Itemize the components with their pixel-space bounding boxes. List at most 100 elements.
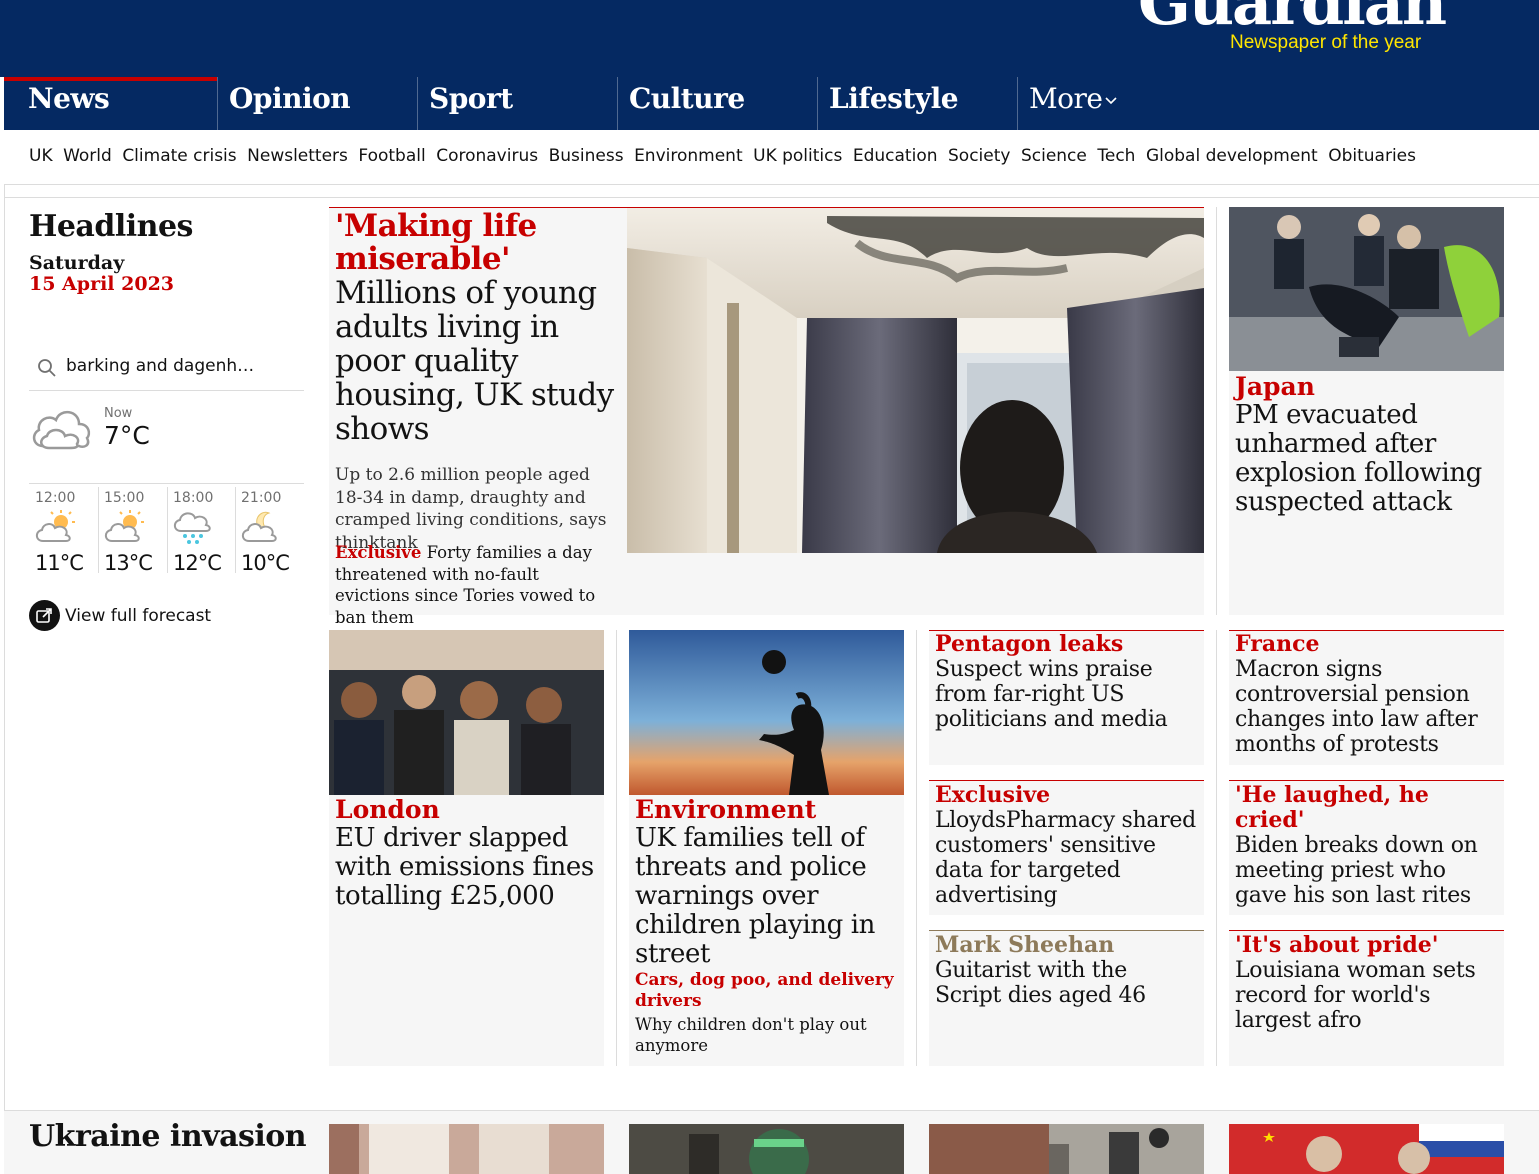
story-headline: LloydsPharmacy shared customers' sensiti… <box>935 808 1196 908</box>
sun-cloud-icon <box>102 509 148 549</box>
pillar-label: Culture <box>629 82 745 115</box>
story-headline: Macron signs controversial pension chang… <box>1235 657 1478 757</box>
story-kicker: Exclusive <box>935 782 1051 808</box>
story-kicker: 'He laughed, he cried' <box>1235 782 1429 833</box>
forecast-temp: 11°C <box>35 551 84 575</box>
story-card[interactable]: Mark Sheehan Guitarist with the Script d… <box>929 930 1204 1066</box>
subnav-item-education[interactable]: Education <box>853 146 938 166</box>
sub-nav-list: UK World Climate crisis Newsletters Football… <box>29 146 1427 166</box>
external-link-icon <box>29 600 60 631</box>
subnav-item-newsletters[interactable]: Newsletters <box>247 146 348 166</box>
story-kicker: 'It's about pride' <box>1235 932 1439 958</box>
forecast-time: 12:00 <box>35 490 76 506</box>
story-kicker: France <box>1235 631 1320 657</box>
subnav-item-global-development[interactable]: Global development <box>1146 146 1318 166</box>
story-card[interactable]: France Macron signs controversial pensio… <box>1229 630 1504 765</box>
pillar-label: Opinion <box>229 82 351 115</box>
story-image <box>329 630 604 795</box>
cloud-icon <box>29 404 93 454</box>
story-kicker: Japan <box>1235 372 1315 401</box>
story-headline: EU driver slapped with emissions fines t… <box>335 823 594 911</box>
story-image[interactable] <box>329 1124 604 1174</box>
subnav-item-science[interactable]: Science <box>1021 146 1087 166</box>
subnav-item-uk[interactable]: UK <box>29 146 53 166</box>
pillar-label: News <box>28 82 110 115</box>
divider <box>1216 630 1217 1066</box>
subnav-item-uk-politics[interactable]: UK politics <box>753 146 842 166</box>
story-headline: Guitarist with the Script dies aged 46 <box>935 958 1146 1008</box>
forecast-temp: 12°C <box>173 551 222 575</box>
story-kicker: Environment <box>635 795 817 824</box>
story-image <box>627 208 1204 553</box>
forecast-time: 21:00 <box>241 490 282 506</box>
chevron-down-icon <box>1105 93 1118 109</box>
story-card[interactable]: 'He laughed, he cried' Biden breaks down… <box>1229 780 1504 915</box>
sun-cloud-icon <box>33 509 79 549</box>
pillar-label: Lifestyle <box>829 82 959 115</box>
story-headline: Biden breaks down on meeting priest who … <box>1235 833 1478 908</box>
main-story-card[interactable]: 'Making life miserable' Millions of youn… <box>329 207 1204 627</box>
forecast-temp: 13°C <box>104 551 153 575</box>
japan-story-card[interactable]: Japan PM evacuated unharmed after explos… <box>1229 207 1504 615</box>
pillar-culture[interactable]: Culture <box>617 77 817 130</box>
forecast-slot: 21:00 10°C <box>235 487 303 575</box>
story-image <box>1229 207 1504 371</box>
now-label: Now <box>104 406 133 421</box>
pillar-lifestyle[interactable]: Lifestyle <box>817 77 1017 130</box>
story-kicker: 'Making life miserable' <box>335 208 537 277</box>
divider <box>1216 207 1217 615</box>
story-standfirst: Up to 2.6 million people aged 18-34 in d… <box>335 465 607 553</box>
subnav-item-business[interactable]: Business <box>549 146 624 166</box>
pillar-label: More <box>1029 82 1103 115</box>
subnav-item-coronavirus[interactable]: Coronavirus <box>436 146 538 166</box>
pillar-label: Sport <box>429 82 513 115</box>
pillar-opinion[interactable]: Opinion <box>217 77 417 130</box>
subnav-item-football[interactable]: Football <box>358 146 425 166</box>
story-image[interactable] <box>1229 1124 1504 1174</box>
subnav-item-environment[interactable]: Environment <box>634 146 743 166</box>
story-card[interactable]: Exclusive LloydsPharmacy shared customer… <box>929 780 1204 915</box>
view-full-forecast-link[interactable]: View full forecast <box>29 600 211 631</box>
pillar-nav: News Opinion Sport Culture Lifestyle Mor… <box>4 77 1539 130</box>
sublink[interactable]: Exclusive Forty families a day threatene… <box>335 542 615 628</box>
forecast-slot: 15:00 13°C <box>98 487 166 575</box>
story-card[interactable]: Pentagon leaks Suspect wins praise from … <box>929 630 1204 765</box>
subnav-item-obituaries[interactable]: Obituaries <box>1328 146 1416 166</box>
story-card[interactable]: 'It's about pride' Louisiana woman sets … <box>1229 930 1504 1066</box>
subnav-item-tech[interactable]: Tech <box>1097 146 1135 166</box>
masthead: Guardian Newspaper of the year <box>0 0 1539 77</box>
location-search-input[interactable]: barking and dagenh… <box>29 345 304 391</box>
story-headline: Millions of young adults living in poor … <box>335 275 614 447</box>
logo-tagline: Newspaper of the year <box>1230 32 1422 53</box>
story-headline: Suspect wins praise from far-right US po… <box>935 657 1168 732</box>
divider <box>4 197 1539 198</box>
pillar-sport[interactable]: Sport <box>417 77 617 130</box>
divider <box>916 630 917 1066</box>
story-kicker: Mark Sheehan <box>935 932 1115 958</box>
rain-cloud-icon <box>171 509 217 549</box>
subnav-item-society[interactable]: Society <box>948 146 1010 166</box>
divider <box>4 185 5 1174</box>
sublink-headline: Why children don't play out anymore <box>635 1015 867 1055</box>
story-image[interactable] <box>629 1124 904 1174</box>
subnav-item-world[interactable]: World <box>63 146 112 166</box>
pillar-more[interactable]: More <box>1017 77 1217 130</box>
story-kicker: Pentagon leaks <box>935 631 1124 657</box>
date-day: Saturday <box>29 252 125 274</box>
environment-story-card[interactable]: Environment UK families tell of threats … <box>629 630 904 1066</box>
sub-nav: UK World Climate crisis Newsletters Football… <box>4 130 1539 185</box>
search-icon <box>37 358 57 382</box>
pillar-news[interactable]: News <box>4 77 217 130</box>
sublink-kicker: Exclusive <box>335 543 422 562</box>
forecast-slot: 12:00 11°C <box>29 487 97 575</box>
moon-cloud-icon <box>239 509 285 549</box>
story-kicker: London <box>335 795 440 824</box>
forecast-slot: 18:00 12°C <box>167 487 235 575</box>
sublink-kicker: Cars, dog poo, and delivery drivers <box>635 970 894 1011</box>
section-title: Headlines <box>29 209 193 244</box>
subnav-item-climate-crisis[interactable]: Climate crisis <box>122 146 236 166</box>
search-value: barking and dagenh… <box>66 356 255 376</box>
sublink[interactable]: Cars, dog poo, and delivery drivers Why … <box>635 970 899 1056</box>
story-image[interactable] <box>929 1124 1204 1174</box>
london-story-card[interactable]: London EU driver slapped with emissions … <box>329 630 604 1066</box>
